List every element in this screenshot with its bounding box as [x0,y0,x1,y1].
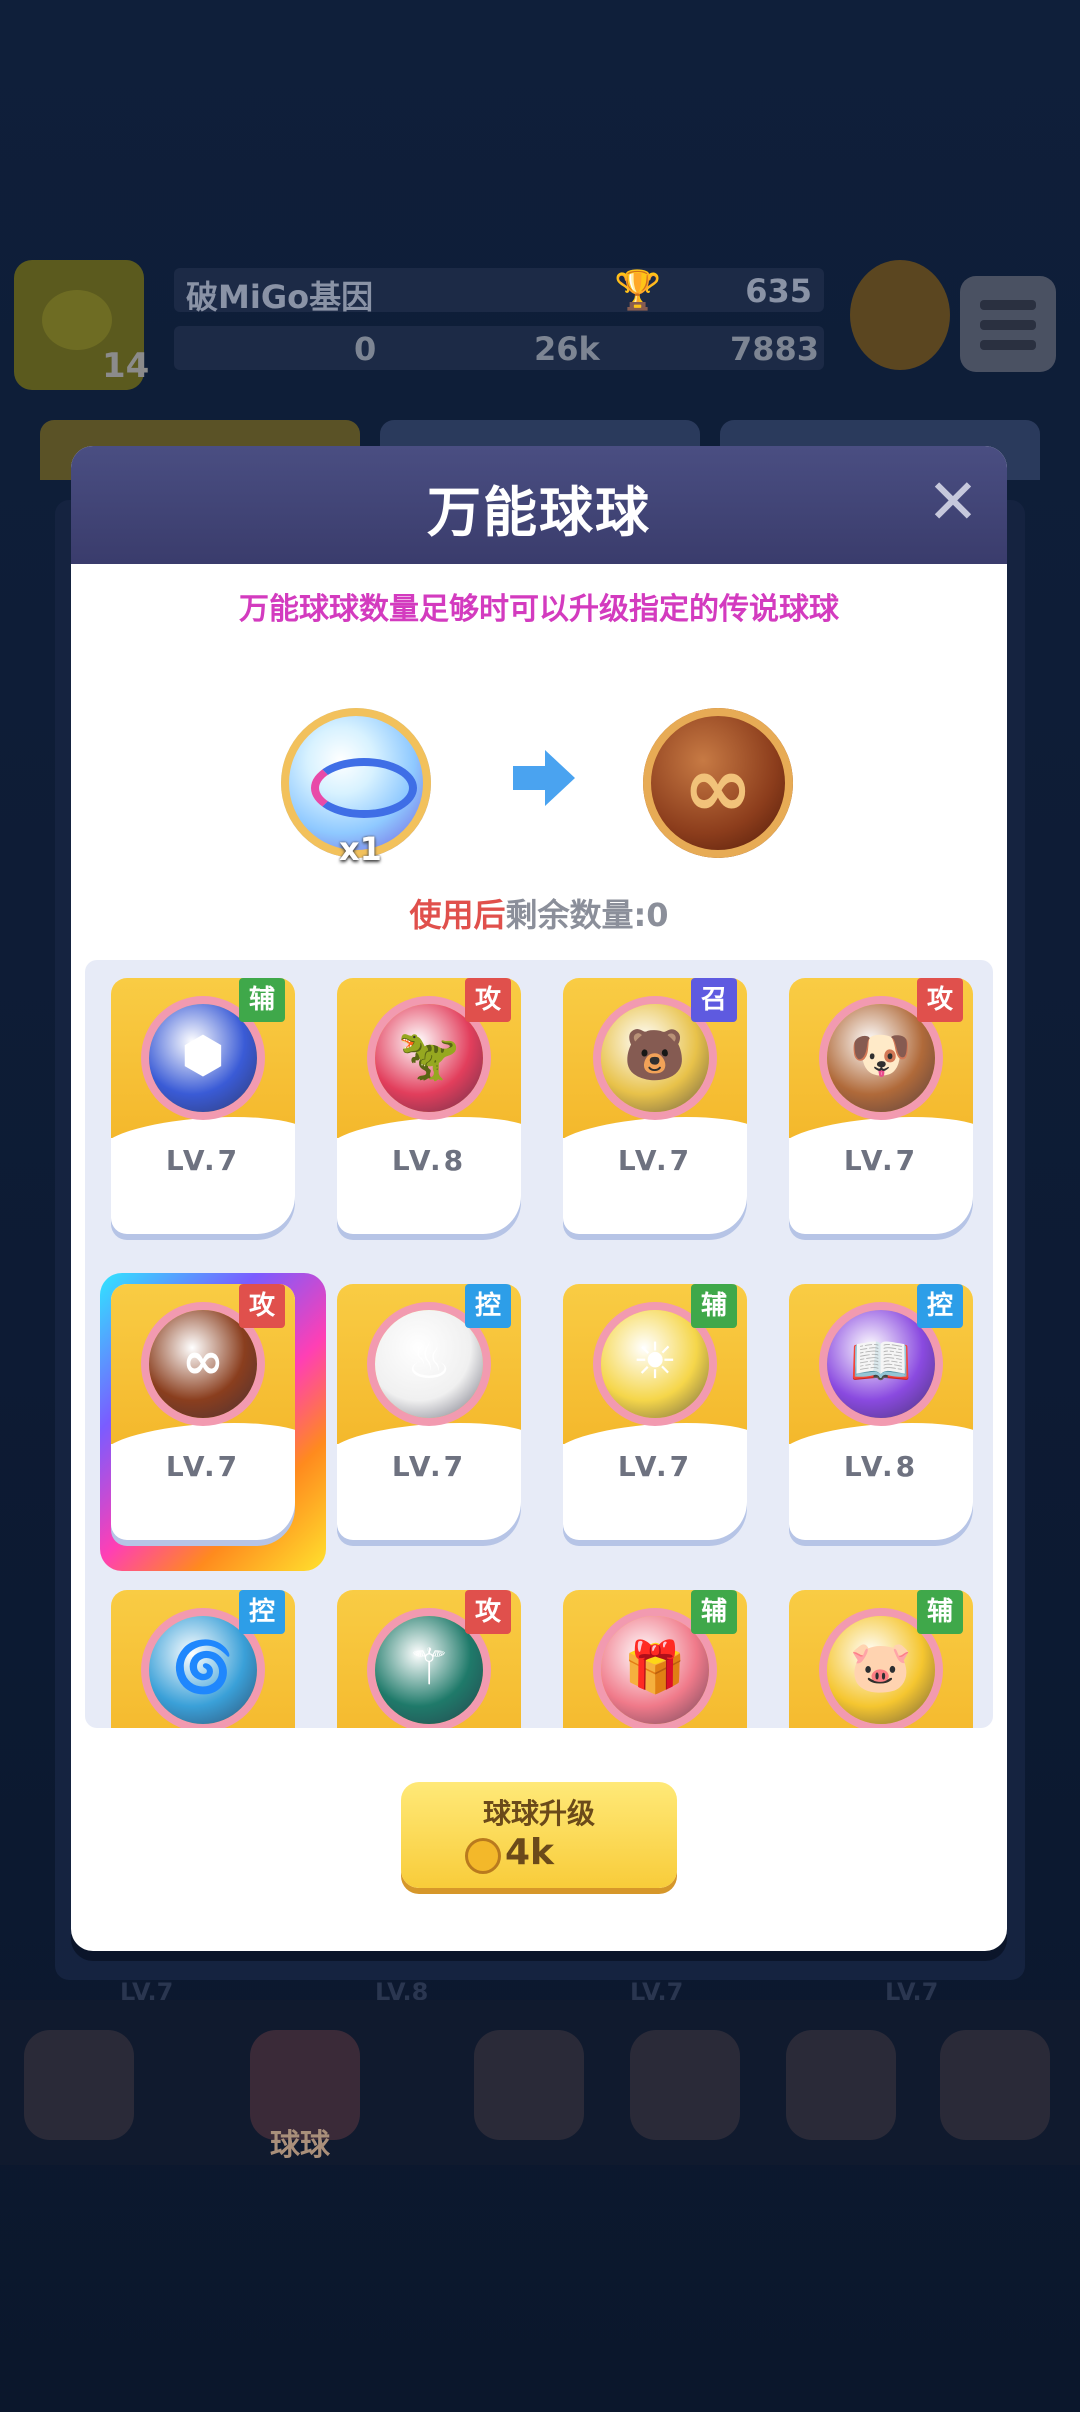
whistle-icon [630,2030,740,2140]
ball-card-bear-ball[interactable]: 🐻 召 LV.7 [563,978,747,1234]
trophy-icon: 🏆 [614,268,662,312]
ball-level: LV.8 [391,1144,467,1177]
ball-card-bow-ball[interactable]: ⚚ 攻 [337,1590,521,1728]
hint-text: 万能球球数量足够时可以升级指定的传说球球 [239,592,839,627]
ball-card-sun-ball[interactable]: ☀ 辅 LV.7 [563,1284,747,1540]
remaining-value: 0 [646,896,669,934]
ball-type-tag: 辅 [691,1284,737,1328]
ball-type-tag: 控 [239,1590,285,1634]
ball-type-tag: 辅 [239,978,285,1022]
background-top-bar: 14 破MiGo基因 🏆 635 0 26k 7883 [14,260,1056,390]
universal-ball-modal: 万能球球 ✕ 万能球球数量足够时可以升级指定的传说球球 x1 ∞ 使用后剩余数量… [71,446,1007,1951]
ball-card-spellbook-ball[interactable]: 📖 控 LV.8 [789,1284,973,1540]
modal-header: 万能球球 ✕ [71,446,1007,564]
ball-level: LV.8 [843,1450,919,1483]
ball-level: LV.7 [843,1144,919,1177]
ball-card-flame-ball[interactable]: ♨ 控 LV.7 [337,1284,521,1540]
ball-card-wind-ball[interactable]: 🌀 控 [111,1590,295,1728]
upgrade-cost: 4k [505,1832,554,1873]
background-bottom-nav: 球球 [0,2000,1080,2165]
background-stat-2: 7883 [730,330,820,368]
arrow-right-icon [513,750,575,806]
ball-card-piggy-bank-ball[interactable]: 🐷 辅 [789,1590,973,1728]
ball-type-tag: 控 [917,1284,963,1328]
background-name-bar: 破MiGo基因 🏆 635 [174,268,824,316]
ball-card-infinity-ball[interactable]: ∞ 攻 LV.7 [111,1284,295,1540]
ball-level: LV.7 [617,1144,693,1177]
ball-type-tag: 辅 [917,1590,963,1634]
planet-icon [786,2030,896,2140]
ball-card-gift-ball[interactable]: 🎁 辅 [563,1590,747,1728]
background-level: 14 [102,346,150,386]
source-quantity: x1 [339,830,382,868]
background-stat-1: 26k [534,330,600,368]
modal-title: 万能球球 [427,481,651,544]
ball-type-tag: 召 [691,978,737,1022]
ball-level: LV.7 [165,1450,241,1483]
close-icon[interactable]: ✕ [923,471,983,534]
upgrade-button-label: 球球升级 [482,1797,595,1830]
ball-type-tag: 攻 [465,978,511,1022]
ball-level: LV.7 [617,1450,693,1483]
shop-icon [24,2030,134,2140]
swords-icon [474,2030,584,2140]
ball-type-tag: 控 [465,1284,511,1328]
ball-card-dinosaur-ball[interactable]: 🦖 攻 LV.8 [337,978,521,1234]
remaining-prefix: 使用后 [409,896,506,934]
ball-grid: ⬢ 辅 LV.7 🦖 攻 LV.8 🐻 召 LV.7 🐶 攻 LV.7 ∞ 攻 LV.7 ♨ 控 LV.7 ☀ 辅 LV… [85,960,993,1728]
coin-icon [465,1838,501,1874]
ball-level: LV.7 [165,1144,241,1177]
ball-type-tag: 辅 [691,1590,737,1634]
background-player-name: 破MiGo基因 [186,278,374,316]
ball-type-tag: 攻 [465,1590,511,1634]
background-nav-label: 球球 [270,2128,330,2163]
background-trophy-count: 635 [745,272,812,310]
ball-level: LV.7 [391,1450,467,1483]
background-stats-bar: 0 26k 7883 [174,326,824,370]
rank-badge-icon [850,260,950,370]
ball-type-tag: 攻 [917,978,963,1022]
menu-icon [960,276,1056,372]
remaining-label: 剩余数量: [505,896,647,934]
background-stat-0: 0 [354,330,377,368]
ball-upgrade-button[interactable]: 球球升级 4k [401,1782,677,1888]
ball-card-hexagon-ball[interactable]: ⬢ 辅 LV.7 [111,978,295,1234]
remaining-count: 使用后剩余数量:0 [71,890,1007,936]
chat-icon [940,2030,1050,2140]
infinity-ball-target-icon: ∞ [643,708,793,858]
ball-card-dog-ball[interactable]: 🐶 攻 LV.7 [789,978,973,1234]
ball-type-tag: 攻 [239,1284,285,1328]
